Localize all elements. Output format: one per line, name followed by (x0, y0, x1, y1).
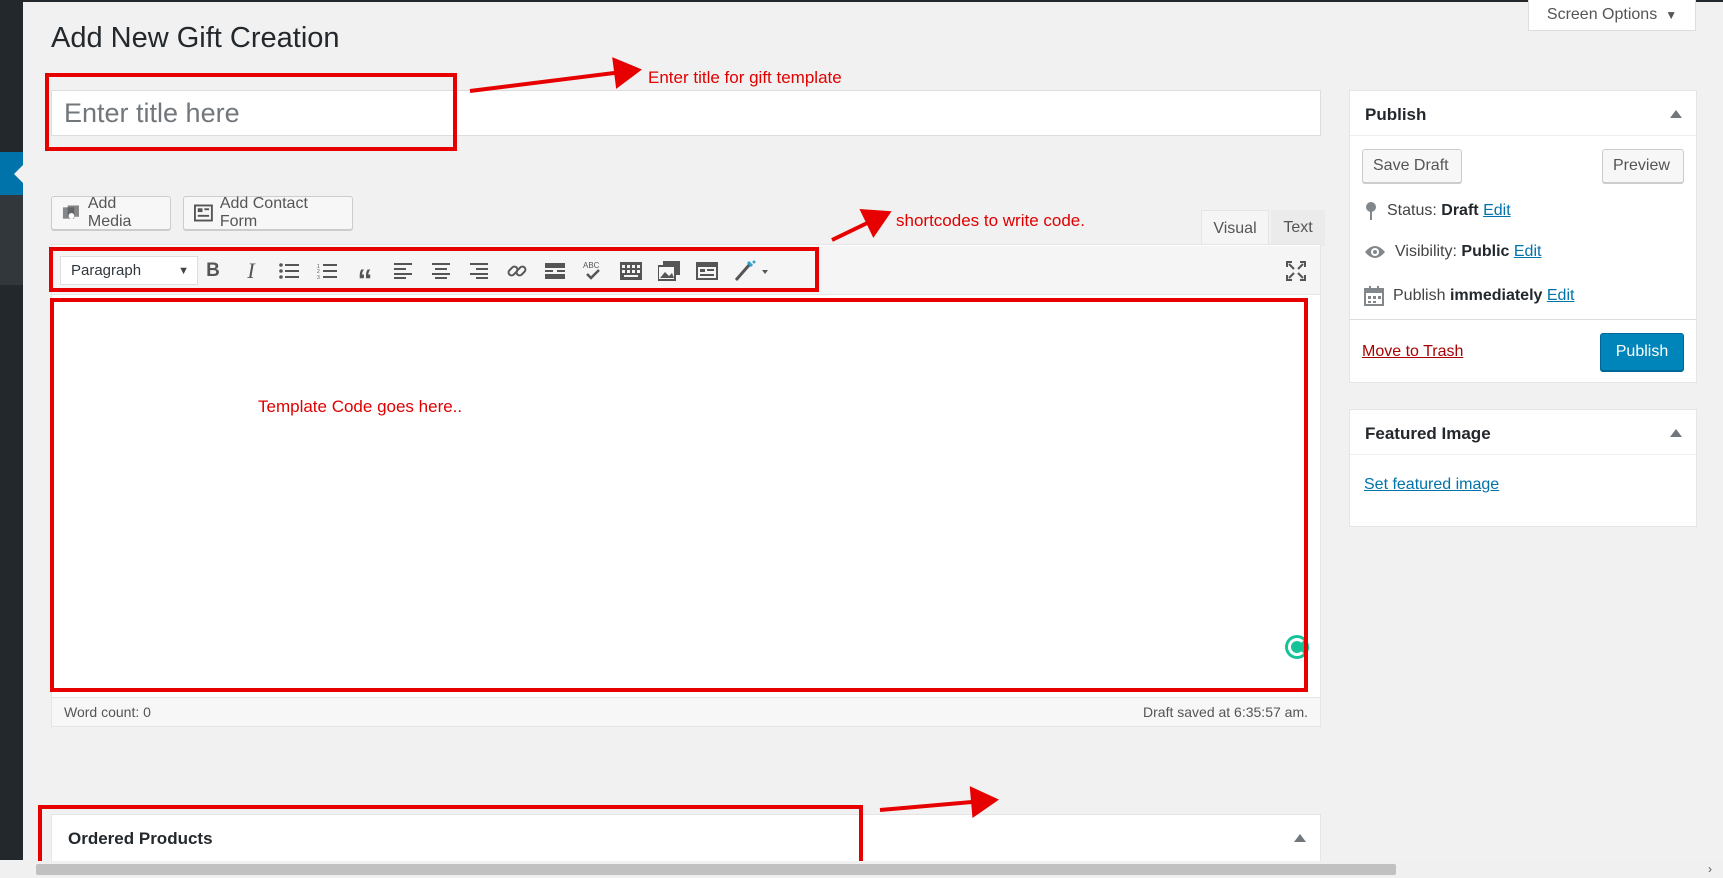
divider (1350, 319, 1696, 320)
tab-visual[interactable]: Visual (1201, 210, 1269, 246)
publish-box: Publish Save Draft Preview Status: Draft… (1349, 90, 1697, 383)
status-row: Status: Draft Edit (1364, 201, 1511, 221)
annotation-title-note: Enter title for gift template (648, 68, 842, 87)
pin-icon (1366, 202, 1376, 220)
set-featured-image-link[interactable]: Set featured image (1364, 476, 1499, 494)
tab-text[interactable]: Text (1271, 210, 1325, 246)
publish-button[interactable]: Publish (1600, 333, 1684, 371)
visibility-value: Public (1461, 243, 1510, 260)
top-border (23, 0, 1723, 2)
admin-menu-active-item[interactable] (0, 152, 23, 195)
featured-image-title: Featured Image (1365, 424, 1491, 443)
collapse-icon[interactable] (1670, 110, 1682, 118)
arrow-title (469, 57, 642, 93)
arrow-ordered-products (879, 786, 999, 819)
add-media-label: Add Media (87, 195, 132, 230)
media-icon (62, 205, 79, 219)
add-media-button[interactable]: Add Media (51, 195, 171, 230)
annotation-shortcodes-note: shortcodes to write code. (896, 211, 1085, 230)
annotation-template-note: Template Code goes here.. (258, 397, 463, 416)
screen-options-label: Screen Options (1546, 6, 1658, 23)
calendar-icon (1364, 286, 1384, 306)
publish-value: immediately (1449, 287, 1543, 304)
divider (1350, 454, 1696, 455)
add-contact-form-button[interactable]: Add Contact Form (183, 195, 353, 230)
edit-status-link[interactable]: Edit (1483, 202, 1511, 219)
screen-options-button[interactable]: Screen Options ▼ (1528, 0, 1696, 31)
publish-time-row: Publish immediately Edit (1364, 286, 1574, 306)
annotation-box-title (45, 73, 457, 151)
divider (1350, 135, 1696, 136)
add-contact-form-label: Add Contact Form (219, 195, 308, 230)
fullscreen-icon[interactable] (1283, 258, 1309, 284)
move-to-trash-link[interactable]: Move to Trash (1362, 343, 1463, 361)
publish-button-label: Publish (1615, 343, 1669, 360)
edit-visibility-link[interactable]: Edit (1514, 243, 1542, 260)
contact-form-icon (194, 204, 213, 222)
annotation-box-toolbar (49, 247, 819, 292)
visibility-label: Visibility: (1395, 243, 1457, 260)
tab-visual-label: Visual (1213, 219, 1257, 237)
publish-label: Publish (1393, 287, 1446, 304)
eye-icon (1365, 246, 1385, 258)
tab-text-label: Text (1283, 219, 1313, 236)
admin-submenu (0, 195, 23, 285)
draft-saved-status: Draft saved at 6:35:57 am. (1143, 704, 1308, 720)
caret-down-icon: ▼ (1665, 8, 1678, 22)
save-draft-label: Save Draft (1373, 157, 1449, 174)
annotation-box-editor (50, 298, 1308, 692)
arrow-toolbar (831, 209, 892, 242)
publish-box-title: Publish (1365, 105, 1427, 124)
preview-button[interactable]: Preview (1602, 149, 1684, 183)
scroll-right-icon[interactable]: › (1708, 862, 1712, 876)
collapse-icon[interactable] (1294, 834, 1306, 842)
preview-label: Preview (1613, 157, 1670, 174)
editor-statusbar: Word count: 0 Draft saved at 6:35:57 am. (51, 697, 1321, 727)
admin-sidebar (0, 0, 23, 860)
featured-image-box: Featured Image Set featured image (1349, 409, 1697, 527)
word-count: Word count: 0 (64, 704, 151, 720)
visibility-row: Visibility: Public Edit (1364, 243, 1541, 261)
collapse-icon[interactable] (1670, 429, 1682, 437)
status-label: Status: (1387, 202, 1437, 219)
page-title: Add New Gift Creation (51, 22, 340, 54)
edit-publish-time-link[interactable]: Edit (1547, 287, 1575, 304)
scrollbar-thumb[interactable] (36, 864, 1396, 875)
status-value: Draft (1441, 202, 1479, 219)
save-draft-button[interactable]: Save Draft (1362, 149, 1462, 183)
